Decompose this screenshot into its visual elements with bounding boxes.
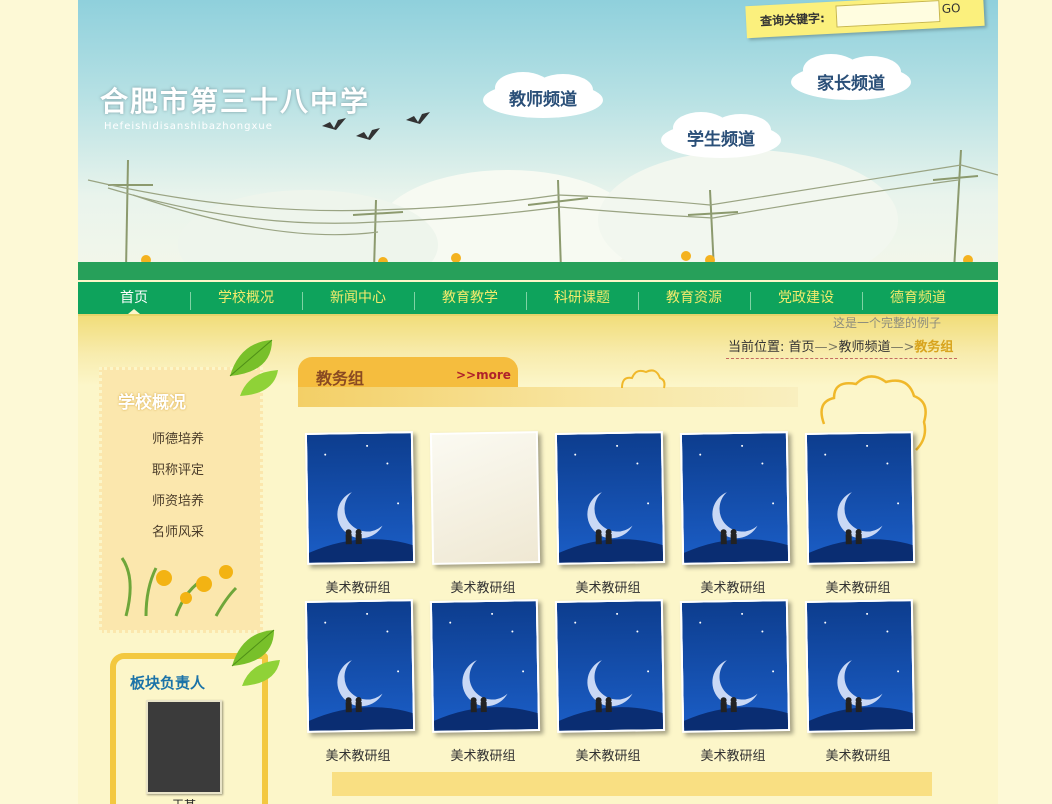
breadcrumb: 当前位置: 首页—>教师频道—>教务组 bbox=[726, 336, 958, 359]
sidebar-item-training[interactable]: 师资培养 bbox=[152, 490, 204, 509]
thumbnail-item[interactable]: 美术教研组 bbox=[552, 431, 677, 596]
birds-icon bbox=[322, 112, 430, 140]
owner-photo bbox=[146, 700, 222, 794]
breadcrumb-current: 教务组 bbox=[914, 340, 954, 355]
thumbnail-item[interactable]: 美术教研组 bbox=[302, 599, 427, 764]
section-tab: 教务组 >>more bbox=[298, 357, 518, 388]
thumbnail-image bbox=[681, 601, 789, 731]
moon-night-image bbox=[806, 601, 914, 731]
thumbnail-frame bbox=[429, 431, 541, 565]
thumbnail-caption[interactable]: 美术教研组 bbox=[802, 745, 914, 764]
cloud-label: 学生频道 bbox=[687, 130, 755, 150]
nav-active-pointer bbox=[128, 309, 140, 314]
thumbnail-item[interactable]: 美术教研组 bbox=[427, 599, 552, 764]
thumbnail-image bbox=[556, 601, 664, 731]
thumbnail-frame bbox=[304, 599, 416, 733]
thumbnail-frame bbox=[804, 599, 916, 733]
thumbnail-item[interactable]: 美术教研组 bbox=[802, 431, 927, 596]
moon-night-image bbox=[306, 601, 414, 731]
school-pinyin: Hefeishidisanshibazhongxue bbox=[104, 121, 273, 132]
thumbnail-caption[interactable]: 美术教研组 bbox=[552, 577, 664, 596]
thumbnail-image bbox=[306, 433, 414, 563]
search-input[interactable] bbox=[835, 0, 941, 28]
moon-night-image bbox=[306, 433, 414, 563]
breadcrumb-label: 当前位置: bbox=[728, 340, 785, 355]
moon-night-image bbox=[556, 433, 664, 563]
thumbnail-frame bbox=[804, 431, 916, 565]
cloud-label: 教师频道 bbox=[509, 90, 577, 110]
breadcrumb-home[interactable]: 首页 bbox=[789, 340, 815, 355]
owner-title: 板块负责人 bbox=[130, 674, 206, 692]
section-title: 教务组 bbox=[316, 369, 365, 388]
thumbnail-image bbox=[681, 433, 789, 563]
leaf-icon bbox=[231, 629, 280, 686]
thumbnail-frame bbox=[679, 599, 791, 733]
thumbnail-image bbox=[306, 601, 414, 731]
sidebar-title: 学校概况 bbox=[118, 393, 186, 413]
thumbnail-frame bbox=[554, 431, 666, 565]
thumbnail-item[interactable]: 美术教研组 bbox=[552, 599, 677, 764]
leaf-icon bbox=[229, 339, 278, 396]
thumbnail-blank-image bbox=[431, 433, 539, 563]
thumbnail-frame bbox=[554, 599, 666, 733]
sidebar-item-famous-teachers[interactable]: 名师风采 bbox=[152, 521, 204, 540]
example-note: 这是一个完整的例子 bbox=[833, 316, 942, 330]
grass-strip bbox=[78, 262, 998, 280]
thumbnail-caption[interactable]: 美术教研组 bbox=[677, 577, 789, 596]
moon-night-image bbox=[681, 433, 789, 563]
breadcrumb-arrow: —> bbox=[814, 340, 839, 355]
thumbnail-caption[interactable]: 美术教研组 bbox=[552, 745, 664, 764]
thumbnail-item[interactable]: 美术教研组 bbox=[677, 431, 802, 596]
nav-item-news[interactable]: 新闻中心 bbox=[302, 282, 414, 314]
cloud-label: 家长频道 bbox=[817, 74, 885, 94]
thumbnail-caption[interactable]: 美术教研组 bbox=[802, 577, 914, 596]
thumbnail-caption[interactable]: 美术教研组 bbox=[677, 745, 789, 764]
breadcrumb-channel[interactable]: 教师频道 bbox=[838, 340, 890, 355]
cloud-student-channel[interactable]: 学生频道 bbox=[656, 110, 786, 160]
page: 合肥市第三十八中学 Hefeishidisanshibazhongxue 教师频… bbox=[78, 0, 998, 804]
search-label: 查询关键字: bbox=[759, 11, 826, 29]
nav-item-moral[interactable]: 德育频道 bbox=[862, 282, 974, 314]
thumbnail-item[interactable]: 美术教研组 bbox=[427, 431, 552, 596]
thumbnail-caption[interactable]: 美术教研组 bbox=[427, 577, 539, 596]
thumbnail-item[interactable]: 美术教研组 bbox=[302, 431, 427, 596]
header-banner: 合肥市第三十八中学 Hefeishidisanshibazhongxue 教师频… bbox=[78, 0, 998, 280]
moon-night-image bbox=[431, 601, 539, 731]
cloud-parent-channel[interactable]: 家长频道 bbox=[786, 52, 916, 102]
sidebar-item-ethics[interactable]: 师德培养 bbox=[152, 428, 204, 447]
thumbnail-item[interactable]: 美术教研组 bbox=[802, 599, 927, 764]
nav-item-research[interactable]: 科研课题 bbox=[526, 282, 638, 314]
moon-night-image bbox=[681, 601, 789, 731]
nav-item-school-overview[interactable]: 学校概况 bbox=[190, 282, 302, 314]
section-tab-bar bbox=[298, 387, 798, 407]
more-link[interactable]: >>more bbox=[456, 368, 511, 382]
thumbnail-image bbox=[431, 601, 539, 731]
nav-item-party[interactable]: 党政建设 bbox=[750, 282, 862, 314]
main-nav: 首页 学校概况 新闻中心 教育教学 科研课题 教育资源 党政建设 德育频道 bbox=[78, 282, 998, 316]
nav-item-teaching[interactable]: 教育教学 bbox=[414, 282, 526, 314]
thumbnail-frame bbox=[304, 431, 416, 565]
thumbnail-caption[interactable]: 美术教研组 bbox=[427, 745, 539, 764]
breadcrumb-arrow: —> bbox=[890, 340, 915, 355]
sidebar-school-overview: 学校概况 师德培养 职称评定 师资培养 名师风采 bbox=[99, 367, 263, 633]
power-lines-illustration bbox=[87, 149, 998, 271]
thumbnail-frame bbox=[679, 431, 791, 565]
thumbnail-image bbox=[806, 601, 914, 731]
cloud-teacher-channel[interactable]: 教师频道 bbox=[478, 70, 608, 120]
bottom-bar bbox=[332, 772, 932, 796]
flowers-illustration bbox=[120, 557, 238, 617]
thumbnail-image bbox=[806, 433, 914, 563]
moon-night-image bbox=[806, 433, 914, 563]
thumbnail-item[interactable]: 美术教研组 bbox=[677, 599, 802, 764]
thumbnail-caption[interactable]: 美术教研组 bbox=[302, 745, 414, 764]
cloud-outline-icon bbox=[621, 369, 666, 389]
sidebar-item-titles[interactable]: 职称评定 bbox=[152, 459, 204, 478]
thumbnail-frame bbox=[429, 599, 541, 733]
thumbnail-image bbox=[556, 433, 664, 563]
moon-night-image bbox=[556, 601, 664, 731]
thumbnail-caption[interactable]: 美术教研组 bbox=[302, 577, 414, 596]
owner-name: 王某 bbox=[146, 796, 222, 804]
search-go-button[interactable]: GO bbox=[941, 1, 960, 16]
nav-item-resources[interactable]: 教育资源 bbox=[638, 282, 750, 314]
